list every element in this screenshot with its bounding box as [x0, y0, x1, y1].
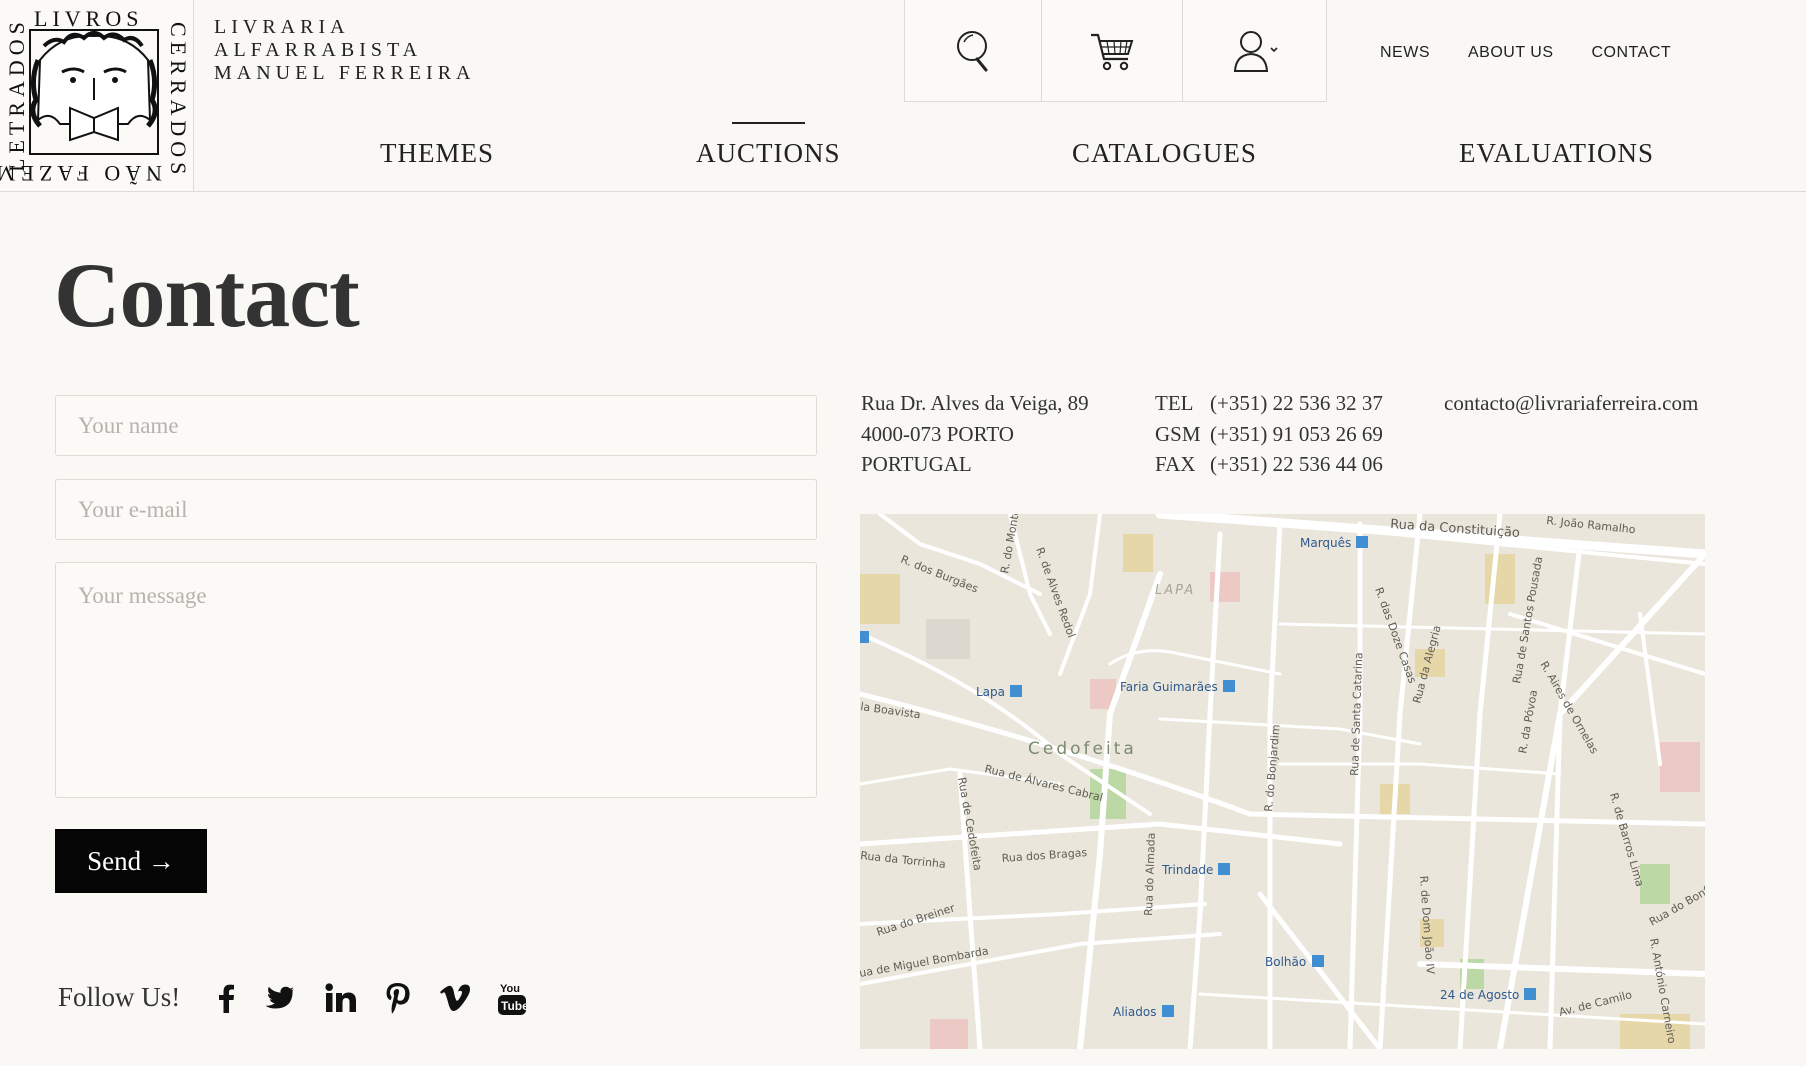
fax-label: FAX [1155, 452, 1196, 476]
logo[interactable]: LIVROS LETRADOS CERRADOS NÃO FAZEM [0, 0, 194, 192]
main-nav: THEMES AUCTIONS CATALOGUES EVALUATIONS [194, 102, 1806, 192]
logo-face-icon [29, 29, 159, 155]
email-block: contacto@livrariaferreira.com [1444, 388, 1698, 419]
cart-button[interactable] [1041, 0, 1182, 102]
map-station: Trindade [1161, 863, 1213, 877]
address-line: PORTUGAL [861, 452, 972, 476]
message-textarea[interactable] [55, 562, 817, 798]
tel-label: TEL [1155, 391, 1194, 415]
linkedin-link[interactable] [324, 978, 358, 1018]
gsm-label: GSM [1155, 421, 1201, 446]
map-district-cedofeita: Cedofeita [1028, 739, 1137, 759]
map-district-lapa: LAPA [1155, 583, 1195, 598]
vimeo-link[interactable] [438, 978, 472, 1018]
twitter-icon [265, 986, 294, 1009]
linkedin-icon [325, 983, 356, 1012]
location-map[interactable]: LAPA Cedofeita Marquês Faria Guimarães L… [860, 514, 1705, 1049]
brand-line: LIVRARIA [214, 16, 350, 38]
search-icon [957, 30, 988, 71]
youtube-icon: You Tube [498, 983, 527, 1015]
cart-icon [1091, 33, 1134, 70]
gsm-number[interactable]: (+351) 91 053 26 69 [1210, 422, 1383, 446]
address-block: Rua Dr. Alves da Veiga, 89 4000-073 PORT… [861, 388, 1089, 480]
nav-item-evaluations[interactable]: EVALUATIONS [1459, 138, 1654, 169]
svg-text:You: You [500, 983, 520, 995]
map-station: Lapa [976, 685, 1005, 699]
map-station: Bolhão [1265, 955, 1306, 969]
brand-name[interactable]: LIVRARIA ALFARRABISTA MANUEL FERREIRA [214, 16, 475, 85]
address-line: 4000-073 PORTO [861, 421, 1014, 446]
brand-line: MANUEL FERREIRA [214, 62, 476, 84]
twitter-link[interactable] [263, 978, 299, 1018]
nav-item-catalogues[interactable]: CATALOGUES [1072, 138, 1257, 169]
facebook-icon [219, 984, 234, 1013]
top-links: NEWS ABOUT US CONTACT [1380, 44, 1671, 62]
send-button[interactable]: Send → [55, 829, 207, 893]
email-input[interactable] [55, 479, 817, 540]
youtube-link[interactable]: You Tube [496, 978, 528, 1018]
map-station: Faria Guimarães [1120, 680, 1218, 694]
top-link-about-us[interactable]: ABOUT US [1468, 44, 1554, 62]
address-line: Rua Dr. Alves da Veiga, 89 [861, 391, 1089, 415]
top-link-news[interactable]: NEWS [1380, 44, 1430, 62]
top-link-contact[interactable]: CONTACT [1592, 44, 1672, 62]
name-input[interactable] [55, 395, 817, 456]
search-button[interactable] [904, 0, 1041, 102]
fax-number: (+351) 22 536 44 06 [1210, 452, 1383, 476]
site-header: LIVROS LETRADOS CERRADOS NÃO FAZEM LIVRA… [0, 0, 1806, 192]
page-title: Contact [54, 244, 360, 346]
nav-item-themes[interactable]: THEMES [380, 138, 494, 169]
nav-item-auctions[interactable]: AUCTIONS [696, 122, 841, 169]
pinterest-link[interactable] [384, 978, 412, 1018]
phone-block: TEL (+351) 22 536 32 37 GSM (+351) 91 053 … [1155, 388, 1383, 480]
user-icon [1233, 30, 1278, 72]
svg-text:Tube: Tube [501, 999, 527, 1013]
vimeo-icon [440, 984, 471, 1012]
facebook-link[interactable] [214, 978, 238, 1018]
map-station: Aliados [1113, 1005, 1156, 1019]
pinterest-icon [386, 983, 410, 1014]
tel-number[interactable]: (+351) 22 536 32 37 [1210, 391, 1383, 415]
map-canvas: LAPA Cedofeita Marquês Faria Guimarães L… [860, 514, 1705, 1049]
map-station: 24 de Agosto [1440, 988, 1519, 1002]
follow-label: Follow Us! [58, 982, 181, 1012]
map-station: Marquês [1300, 536, 1351, 550]
email-link[interactable]: contacto@livrariaferreira.com [1444, 388, 1698, 419]
account-button[interactable] [1182, 0, 1327, 102]
brand-line: ALFARRABISTA [214, 39, 423, 61]
